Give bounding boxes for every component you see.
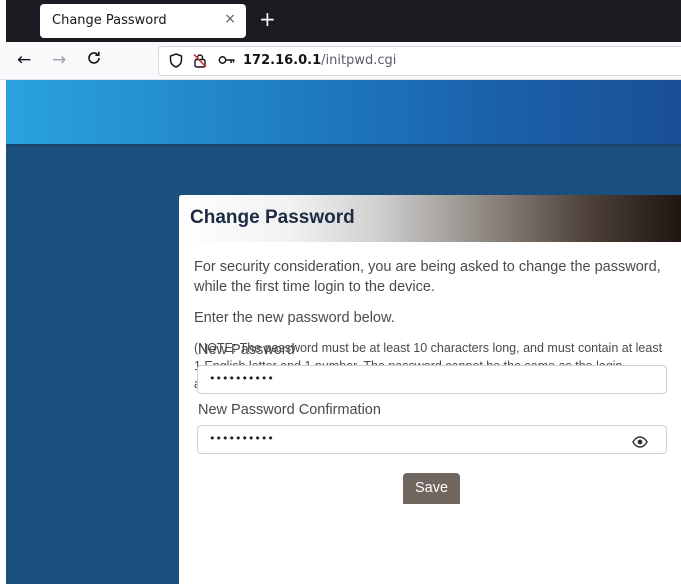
navigation-bar: ← → 172.16.0.1/initpwd.cgi <box>0 42 681 80</box>
url-text[interactable]: 172.16.0.1/initpwd.cgi <box>243 53 396 68</box>
url-bar[interactable]: 172.16.0.1/initpwd.cgi <box>158 46 681 76</box>
close-icon[interactable]: × <box>224 11 236 27</box>
eye-icon[interactable] <box>632 433 648 452</box>
insecure-lock-icon[interactable] <box>193 53 207 72</box>
page-title: Change Password <box>190 207 355 228</box>
back-arrow-icon[interactable]: ← <box>17 50 31 70</box>
url-host: 172.16.0.1 <box>243 53 322 68</box>
new-password-value: •••••••••• <box>209 372 274 385</box>
confirm-password-field[interactable]: •••••••••• <box>197 425 667 454</box>
url-path: /initpwd.cgi <box>321 53 397 68</box>
window-edge <box>0 0 6 42</box>
panel-header: Change Password <box>179 195 681 242</box>
window-edge <box>0 80 6 584</box>
browser-tab-strip: Change Password × + <box>0 0 681 42</box>
shield-icon[interactable] <box>169 53 183 72</box>
confirm-password-value: •••••••••• <box>209 432 274 445</box>
reload-icon[interactable] <box>86 50 102 71</box>
page-background: Change Password For security considerati… <box>0 80 681 584</box>
plus-icon[interactable]: + <box>259 8 276 30</box>
new-password-label: New Password <box>198 342 295 358</box>
forward-arrow-icon[interactable]: → <box>52 50 66 70</box>
header-banner <box>6 80 681 144</box>
header-shadow <box>6 144 681 148</box>
save-button[interactable]: Save <box>403 473 460 504</box>
intro-text: For security consideration, you are bein… <box>194 259 661 295</box>
tab-change-password[interactable]: Change Password × <box>40 4 246 38</box>
confirm-password-label: New Password Confirmation <box>198 402 381 418</box>
new-password-field[interactable]: •••••••••• <box>197 365 667 394</box>
instruction-text: Enter the new password below. <box>194 310 395 326</box>
key-icon[interactable] <box>218 53 236 71</box>
tab-title: Change Password <box>52 13 167 28</box>
